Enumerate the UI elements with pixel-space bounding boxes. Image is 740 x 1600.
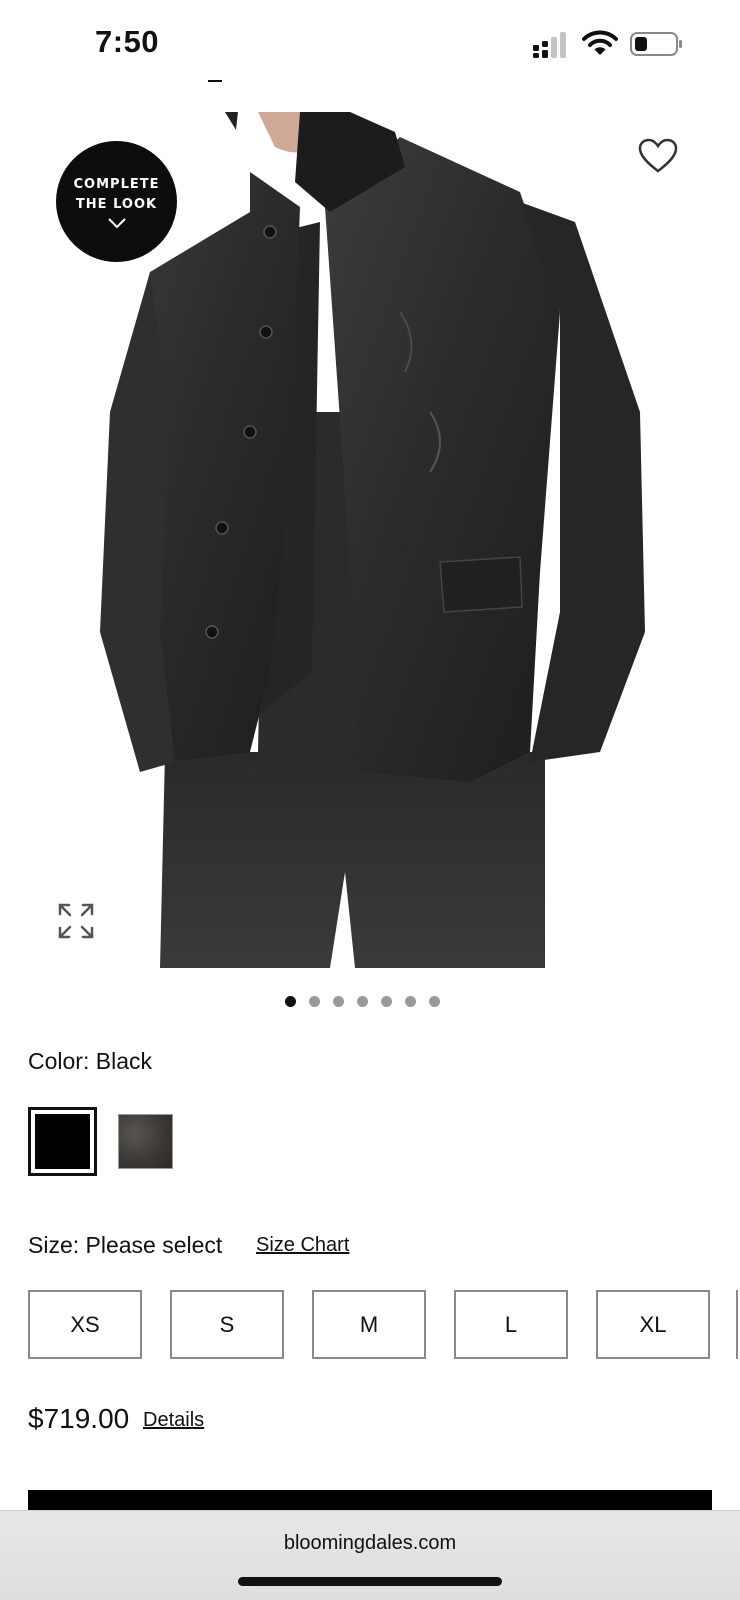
size-chart-link[interactable]: Size Chart: [256, 1234, 349, 1257]
complete-look-label-1: COMPLETE: [73, 176, 160, 192]
carousel-dot[interactable]: [429, 996, 440, 1007]
wifi-icon: [582, 30, 618, 55]
home-indicator[interactable]: [238, 1577, 502, 1586]
details-link[interactable]: Details: [143, 1409, 204, 1432]
size-option-next-partial[interactable]: [736, 1290, 740, 1359]
carousel-dot[interactable]: [357, 996, 368, 1007]
browser-url[interactable]: bloomingdales.com: [0, 1532, 740, 1555]
divider-mark: [208, 80, 222, 82]
price: $719.00: [28, 1403, 130, 1434]
carousel-dot[interactable]: [381, 996, 392, 1007]
size-options: XS S M L XL: [28, 1290, 710, 1359]
color-swatch-dark-brown[interactable]: [118, 1114, 173, 1169]
status-bar: 7:50: [0, 0, 740, 90]
complete-the-look-button[interactable]: COMPLETE THE LOOK: [56, 141, 177, 262]
size-option-l[interactable]: L: [454, 1290, 568, 1359]
expand-icon[interactable]: [57, 902, 95, 940]
battery-icon: [630, 32, 682, 56]
size-option-xl[interactable]: XL: [596, 1290, 710, 1359]
image-carousel-dots: [285, 996, 440, 1007]
browser-address-bar[interactable]: [0, 1510, 740, 1600]
carousel-dot[interactable]: [285, 996, 296, 1007]
carousel-dot[interactable]: [309, 996, 320, 1007]
size-option-m[interactable]: M: [312, 1290, 426, 1359]
carousel-dot[interactable]: [333, 996, 344, 1007]
heart-icon[interactable]: [638, 138, 678, 174]
status-time: 7:50: [95, 24, 160, 59]
size-option-s[interactable]: S: [170, 1290, 284, 1359]
color-swatch-black[interactable]: [28, 1107, 97, 1176]
complete-look-label-2: THE LOOK: [75, 196, 158, 212]
add-to-bag-button[interactable]: [28, 1490, 712, 1512]
chevron-down-icon: [107, 217, 126, 228]
color-label: Color: Black: [28, 1048, 152, 1074]
carousel-dot[interactable]: [405, 996, 416, 1007]
size-label: Size: Please select: [28, 1232, 223, 1258]
size-option-xs[interactable]: XS: [28, 1290, 142, 1359]
cellular-signal-icon: [533, 32, 566, 58]
